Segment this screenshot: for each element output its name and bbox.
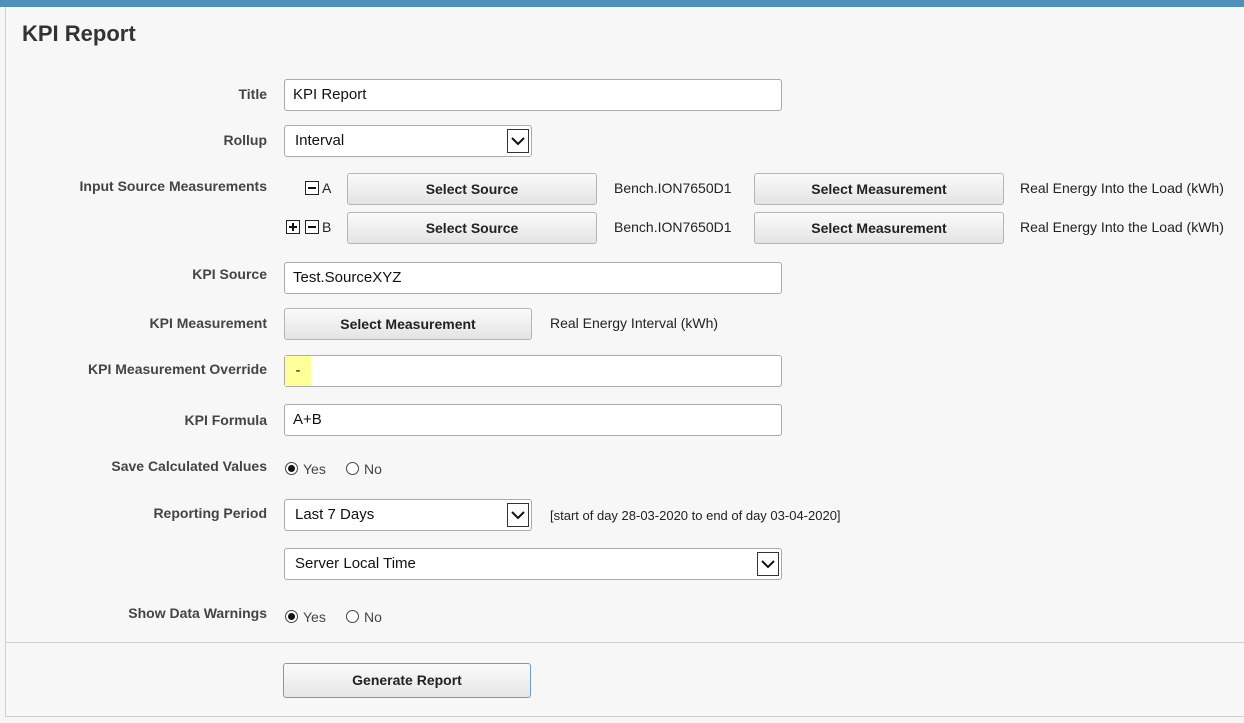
generate-report-button[interactable]: Generate Report (283, 663, 531, 698)
rollup-label: Rollup (223, 132, 267, 148)
kpi-measurement-label: KPI Measurement (149, 315, 267, 331)
kpi-source-input[interactable]: Test.SourceXYZ (284, 262, 782, 294)
measurement-value-b: Real Energy Into the Load (kWh) (1020, 219, 1224, 235)
kpi-source-label: KPI Source (192, 266, 267, 282)
title-label: Title (238, 86, 267, 102)
add-icon[interactable] (286, 220, 300, 234)
save-yes-label: Yes (303, 461, 326, 477)
select-measurement-button-a[interactable]: Select Measurement (754, 173, 1004, 205)
chevron-down-icon[interactable] (757, 552, 779, 576)
input-sources-label: Input Source Measurements (79, 178, 268, 194)
save-calculated-label: Save Calculated Values (111, 458, 267, 474)
remove-icon[interactable] (305, 220, 319, 234)
rollup-value: Interval (295, 132, 345, 149)
kpi-measurement-value: Real Energy Interval (kWh) (550, 315, 719, 331)
reporting-period-label: Reporting Period (153, 505, 267, 521)
divider (5, 642, 1244, 643)
warn-no-label: No (364, 609, 382, 625)
kpi-override-input[interactable]: - (284, 355, 782, 387)
top-accent-bar (0, 0, 1244, 7)
rollup-select[interactable]: Interval (284, 125, 532, 157)
select-measurement-button-b[interactable]: Select Measurement (754, 212, 1004, 244)
remove-icon[interactable] (305, 181, 319, 195)
title-input[interactable]: KPI Report (284, 79, 782, 111)
save-yes-radio[interactable] (285, 462, 298, 475)
chevron-down-icon[interactable] (507, 129, 529, 153)
select-kpi-measurement-button[interactable]: Select Measurement (284, 308, 532, 340)
warn-yes-radio[interactable] (285, 610, 298, 623)
kpi-formula-label: KPI Formula (184, 412, 267, 428)
override-placeholder-marker: - (285, 356, 311, 386)
reporting-period-range: [start of day 28-03-2020 to end of day 0… (550, 508, 841, 523)
input-letter-b: B (322, 219, 332, 235)
timezone-value: Server Local Time (295, 555, 416, 572)
kpi-formula-input[interactable]: A+B (284, 404, 782, 436)
measurement-value-a: Real Energy Into the Load (kWh) (1020, 180, 1224, 196)
source-value-a: Bench.ION7650D1 (614, 180, 732, 196)
select-source-button-b[interactable]: Select Source (347, 212, 597, 244)
timezone-select[interactable]: Server Local Time (284, 548, 782, 580)
source-value-b: Bench.ION7650D1 (614, 219, 732, 235)
input-letter-a: A (322, 180, 332, 196)
reporting-period-select[interactable]: Last 7 Days (284, 499, 532, 531)
kpi-override-label: KPI Measurement Override (88, 361, 267, 377)
chevron-down-icon[interactable] (507, 503, 529, 527)
save-no-radio[interactable] (346, 462, 359, 475)
reporting-period-value: Last 7 Days (295, 506, 375, 523)
save-no-label: No (364, 461, 382, 477)
page-title: KPI Report (22, 21, 136, 46)
warn-no-radio[interactable] (346, 610, 359, 623)
warn-yes-label: Yes (303, 609, 326, 625)
show-warnings-label: Show Data Warnings (128, 605, 267, 621)
select-source-button-a[interactable]: Select Source (347, 173, 597, 205)
